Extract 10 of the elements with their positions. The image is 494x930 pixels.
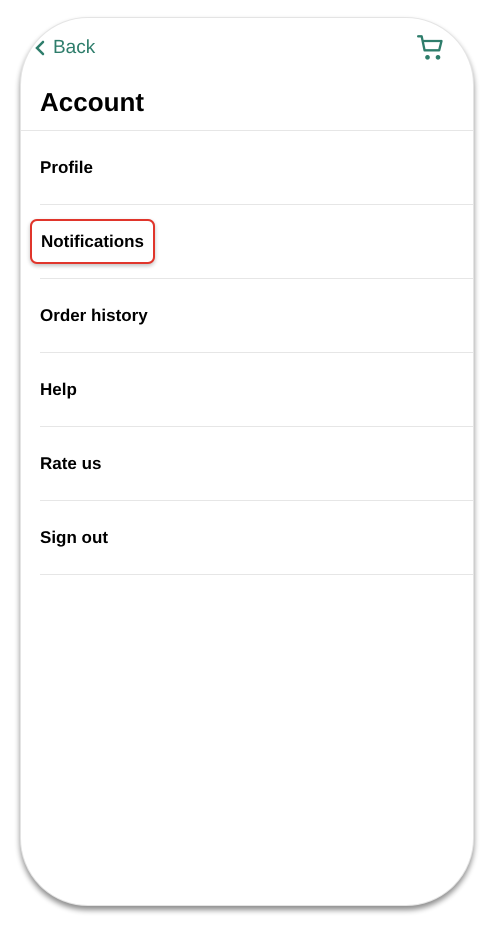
cart-icon[interactable] [417,34,445,62]
menu-item[interactable]: Profile [40,154,93,180]
page-title: Account [40,86,144,118]
menu-item[interactable]: Help [40,376,77,402]
chevron-left-icon [35,40,45,56]
menu-item[interactable]: Rate us [40,450,102,476]
menu-item[interactable]: Sign out [40,524,108,550]
menu-item[interactable]: Order history [40,302,148,328]
back-button[interactable]: Back [35,34,96,62]
menu-item[interactable]: Notifications [30,218,155,264]
